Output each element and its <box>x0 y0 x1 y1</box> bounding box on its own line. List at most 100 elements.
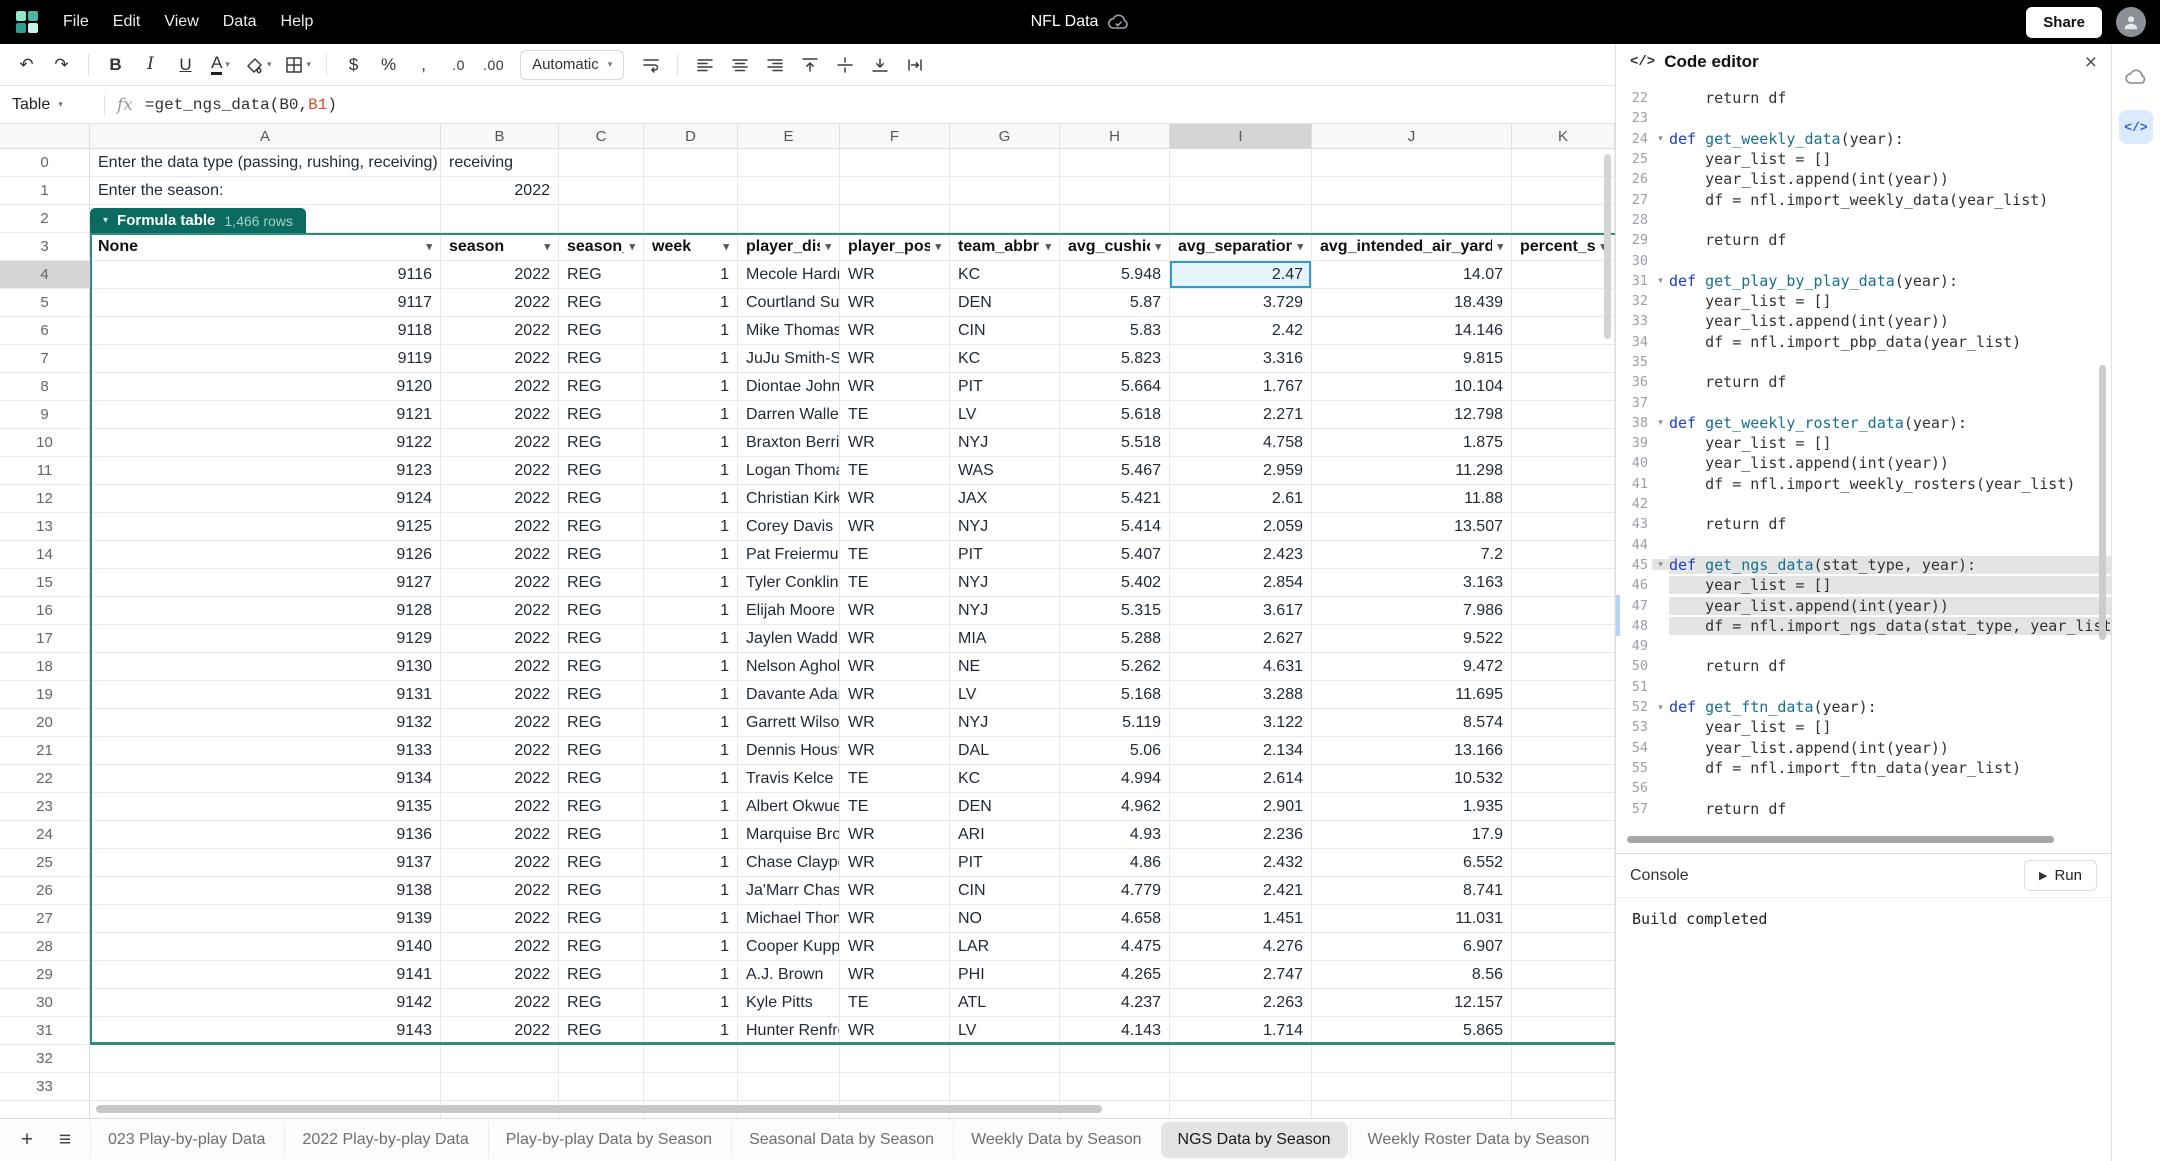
cell-F31[interactable]: WR <box>840 1017 950 1045</box>
cell-D3[interactable]: week ▾ <box>644 233 738 261</box>
cell-F15[interactable]: TE <box>840 569 950 597</box>
cell-J13[interactable]: 13.507 <box>1312 513 1512 541</box>
app-logo-icon[interactable] <box>14 9 40 35</box>
connections-cloud-icon[interactable] <box>2119 60 2153 94</box>
cell-J29[interactable]: 8.56 <box>1312 961 1512 989</box>
cell-D6[interactable]: 1 <box>644 317 738 345</box>
cell-H7[interactable]: 5.823 <box>1060 345 1170 373</box>
cell-C9[interactable]: REG <box>559 401 644 429</box>
cell-A5[interactable]: 9117 <box>90 289 441 317</box>
cell-F10[interactable]: WR <box>840 429 950 457</box>
cell-J26[interactable]: 8.741 <box>1312 877 1512 905</box>
cell-A11[interactable]: 9123 <box>90 457 441 485</box>
cell-E4[interactable]: Mecole Hardma <box>738 261 840 289</box>
cell-G6[interactable]: CIN <box>950 317 1060 345</box>
cell-I1[interactable] <box>1170 177 1312 205</box>
row-header-34[interactable] <box>0 1101 90 1118</box>
cell-H24[interactable]: 4.93 <box>1060 821 1170 849</box>
cell-I18[interactable]: 4.631 <box>1170 653 1312 681</box>
sheet-tab-2022-play-by-play-data[interactable]: 2022 Play-by-play Data <box>284 1122 485 1158</box>
close-icon[interactable]: × <box>2085 52 2097 73</box>
cell-C27[interactable]: REG <box>559 905 644 933</box>
cell-B16[interactable]: 2022 <box>441 597 559 625</box>
cell-J25[interactable]: 6.552 <box>1312 849 1512 877</box>
row-header-28[interactable]: 28 <box>0 933 90 961</box>
cell-A24[interactable]: 9136 <box>90 821 441 849</box>
cell-H27[interactable]: 4.658 <box>1060 905 1170 933</box>
cell-A9[interactable]: 9121 <box>90 401 441 429</box>
row-header-1[interactable]: 1 <box>0 177 90 205</box>
cell-K31[interactable] <box>1512 1017 1615 1045</box>
cell-H29[interactable]: 4.265 <box>1060 961 1170 989</box>
cell-G21[interactable]: DAL <box>950 737 1060 765</box>
cell-E5[interactable]: Courtland Sutto <box>738 289 840 317</box>
cell-G30[interactable]: ATL <box>950 989 1060 1017</box>
row-header-22[interactable]: 22 <box>0 765 90 793</box>
cell-I22[interactable]: 2.614 <box>1170 765 1312 793</box>
code-line-50[interactable]: 50 return df <box>1616 656 2111 676</box>
cell-E32[interactable] <box>738 1045 840 1073</box>
cell-A30[interactable]: 9142 <box>90 989 441 1017</box>
cell-H1[interactable] <box>1060 177 1170 205</box>
cell-G7[interactable]: KC <box>950 345 1060 373</box>
cell-B0[interactable]: receiving <box>441 149 559 177</box>
column-header-H[interactable]: H <box>1060 124 1170 148</box>
cell-A33[interactable] <box>90 1073 441 1101</box>
cell-E15[interactable]: Tyler Conklin <box>738 569 840 597</box>
cell-K1[interactable] <box>1512 177 1615 205</box>
cell-H25[interactable]: 4.86 <box>1060 849 1170 877</box>
cell-I27[interactable]: 1.451 <box>1170 905 1312 933</box>
cell-J20[interactable]: 8.574 <box>1312 709 1512 737</box>
code-line-39[interactable]: 39 year_list = [] <box>1616 433 2111 453</box>
code-line-47[interactable]: 47 year_list.append(int(year)) <box>1616 595 2111 615</box>
code-line-24[interactable]: 24 ▾ def get_weekly_data(year): <box>1616 129 2111 149</box>
underline-button[interactable]: U <box>169 49 202 81</box>
cell-J15[interactable]: 3.163 <box>1312 569 1512 597</box>
cell-I19[interactable]: 3.288 <box>1170 681 1312 709</box>
cell-I5[interactable]: 3.729 <box>1170 289 1312 317</box>
column-header-B[interactable]: B <box>441 124 559 148</box>
cell-J18[interactable]: 9.472 <box>1312 653 1512 681</box>
cell-G13[interactable]: NYJ <box>950 513 1060 541</box>
cell-G25[interactable]: PIT <box>950 849 1060 877</box>
cell-G32[interactable] <box>950 1045 1060 1073</box>
cell-H11[interactable]: 5.467 <box>1060 457 1170 485</box>
cell-B5[interactable]: 2022 <box>441 289 559 317</box>
cell-C8[interactable]: REG <box>559 373 644 401</box>
cell-F14[interactable]: TE <box>840 541 950 569</box>
cell-H31[interactable]: 4.143 <box>1060 1017 1170 1045</box>
cell-F1[interactable] <box>840 177 950 205</box>
column-header-K[interactable]: K <box>1512 124 1615 148</box>
cell-K10[interactable] <box>1512 429 1615 457</box>
cell-F21[interactable]: WR <box>840 737 950 765</box>
cell-H9[interactable]: 5.618 <box>1060 401 1170 429</box>
cell-G4[interactable]: KC <box>950 261 1060 289</box>
cell-G2[interactable] <box>950 205 1060 233</box>
cell-D5[interactable]: 1 <box>644 289 738 317</box>
cell-K32[interactable] <box>1512 1045 1615 1073</box>
code-line-56[interactable]: 56 <box>1616 778 2111 798</box>
cell-F23[interactable]: TE <box>840 793 950 821</box>
cell-B2[interactable] <box>441 205 559 233</box>
formula-input[interactable]: =get_ngs_data(B0, B1) <box>145 96 337 114</box>
cell-H15[interactable]: 5.402 <box>1060 569 1170 597</box>
cell-A31[interactable]: 9143 <box>90 1017 441 1045</box>
cell-C29[interactable]: REG <box>559 961 644 989</box>
valign-middle-button[interactable] <box>828 49 861 81</box>
code-line-43[interactable]: 43 return df <box>1616 514 2111 534</box>
cell-H10[interactable]: 5.518 <box>1060 429 1170 457</box>
cell-B19[interactable]: 2022 <box>441 681 559 709</box>
cell-C31[interactable]: REG <box>559 1017 644 1045</box>
cell-G12[interactable]: JAX <box>950 485 1060 513</box>
code-line-48[interactable]: 48 df = nfl.import_ngs_data(stat_type, y… <box>1616 616 2111 636</box>
select-all-corner[interactable] <box>0 124 90 148</box>
cell-C2[interactable] <box>559 205 644 233</box>
code-line-45[interactable]: 45 ▾ def get_ngs_data(stat_type, year): <box>1616 555 2111 575</box>
cell-C32[interactable] <box>559 1045 644 1073</box>
cell-I26[interactable]: 2.421 <box>1170 877 1312 905</box>
cell-J24[interactable]: 17.9 <box>1312 821 1512 849</box>
fold-chevron-icon[interactable]: ▾ <box>1652 133 1669 144</box>
cell-K12[interactable] <box>1512 485 1615 513</box>
cell-B21[interactable]: 2022 <box>441 737 559 765</box>
row-header-4[interactable]: 4 <box>0 261 90 289</box>
